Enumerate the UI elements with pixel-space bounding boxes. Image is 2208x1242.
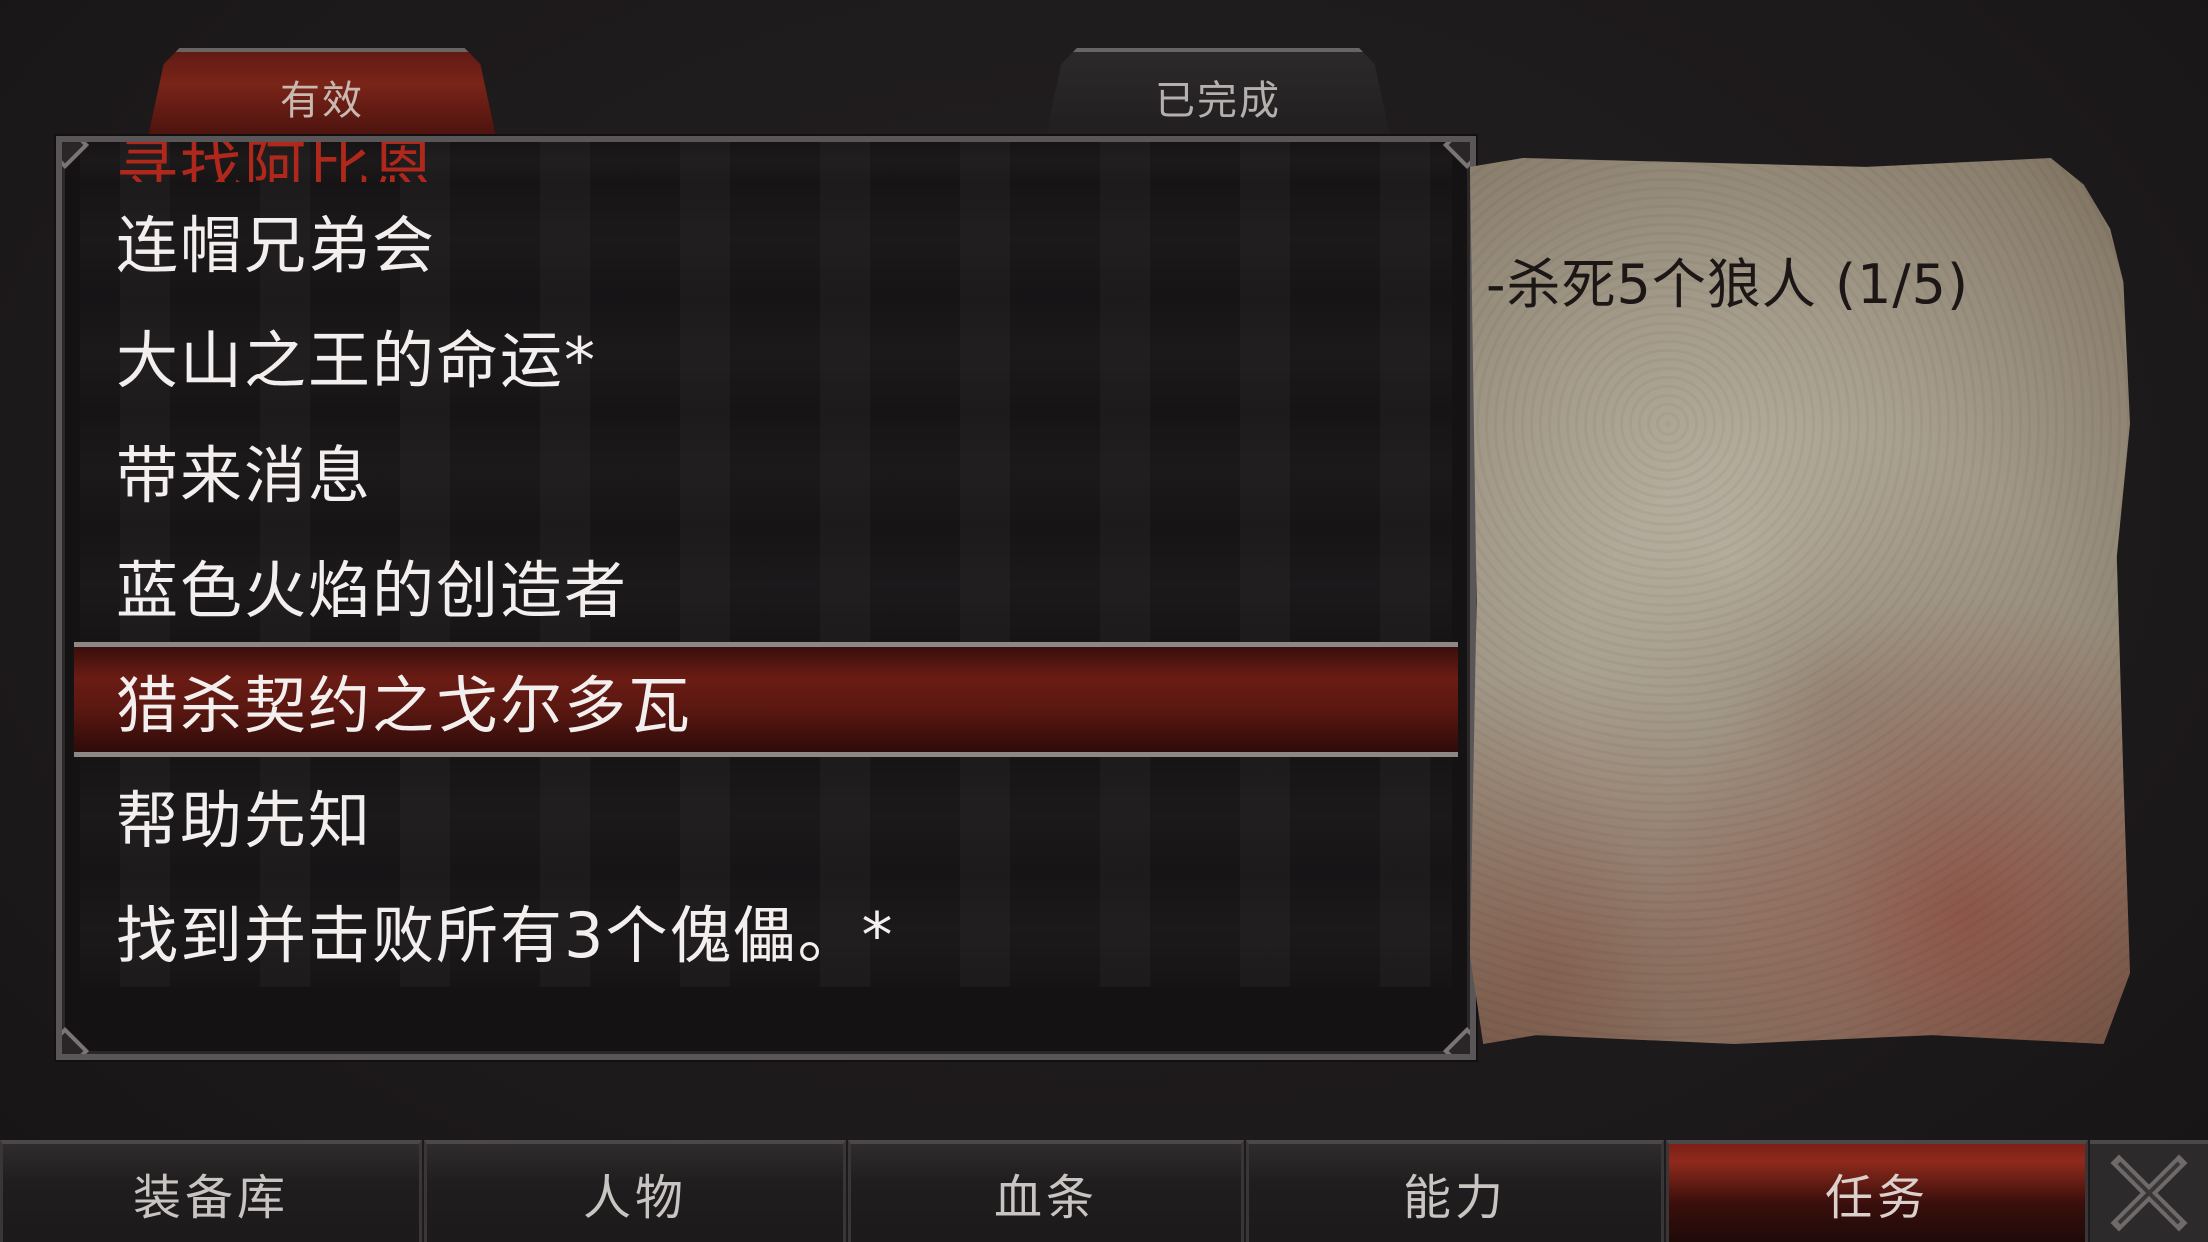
tab-active-quests[interactable]: 有效 <box>147 48 497 138</box>
nav-quests-label: 任务 <box>1824 1170 1929 1226</box>
quest-title: 带来消息 <box>116 438 373 512</box>
bottom-nav: 装备库 人物 血条 能力 任务 <box>0 1140 2208 1242</box>
close-button[interactable] <box>2090 1140 2208 1242</box>
quest-item[interactable]: 大山之王的命运* <box>80 297 1452 412</box>
quest-item[interactable]: 连帽兄弟会 <box>80 182 1452 297</box>
quest-title: 帮助先知 <box>116 783 373 857</box>
frame-corner-ornament <box>1442 1026 1470 1054</box>
nav-character-label: 人物 <box>582 1170 687 1226</box>
tab-active-label: 有效 <box>280 78 364 124</box>
quest-title: 大山之王的命运* <box>116 323 598 397</box>
nav-quests-button[interactable]: 任务 <box>1666 1140 2088 1242</box>
quest-title: 蓝色火焰的创造者 <box>116 553 629 627</box>
nav-inventory-label: 装备库 <box>132 1170 289 1226</box>
close-x-icon <box>2110 1154 2188 1232</box>
frame-corner-ornament <box>62 1026 90 1054</box>
quest-title: 猎杀契约之戈尔多瓦 <box>116 668 693 742</box>
quest-objective: -杀死5个狼人 (1/5) <box>1486 253 1970 316</box>
quest-title: 找到并击败所有3个傀儡。* <box>116 898 895 972</box>
quest-list: 寻找阿比恩 连帽兄弟会 大山之王的命运* 带来消息 蓝色火焰的创造者 猎杀契约之… <box>74 142 1458 987</box>
quest-detail-parchment: -杀死5个狼人 (1/5) <box>1470 158 2130 1044</box>
tab-completed-label: 已完成 <box>1155 78 1281 124</box>
quest-screen: 有效 已完成 寻找阿比恩 连帽兄弟会 大山之王的命运* 带来消息 蓝色火焰的创造… <box>0 0 2208 1242</box>
quest-item[interactable]: 找到并击败所有3个傀儡。* <box>80 872 1452 987</box>
nav-character-button[interactable]: 人物 <box>424 1140 846 1242</box>
tab-completed-quests[interactable]: 已完成 <box>1045 48 1391 138</box>
quest-item[interactable]: 带来消息 <box>80 412 1452 527</box>
quest-item-partial[interactable]: 寻找阿比恩 <box>80 142 1452 182</box>
nav-abilities-label: 能力 <box>1402 1170 1507 1226</box>
quest-item[interactable]: 帮助先知 <box>80 757 1452 872</box>
nav-health-label: 血条 <box>993 1170 1098 1226</box>
nav-inventory-button[interactable]: 装备库 <box>0 1140 422 1242</box>
quest-list-panel: 寻找阿比恩 连帽兄弟会 大山之王的命运* 带来消息 蓝色火焰的创造者 猎杀契约之… <box>56 136 1476 1060</box>
quest-title: 寻找阿比恩 <box>116 142 437 182</box>
quest-item[interactable]: 蓝色火焰的创造者 <box>80 527 1452 642</box>
quest-item-selected[interactable]: 猎杀契约之戈尔多瓦 <box>74 642 1458 757</box>
nav-abilities-button[interactable]: 能力 <box>1246 1140 1664 1242</box>
quest-title: 连帽兄弟会 <box>116 208 437 282</box>
nav-health-button[interactable]: 血条 <box>848 1140 1244 1242</box>
